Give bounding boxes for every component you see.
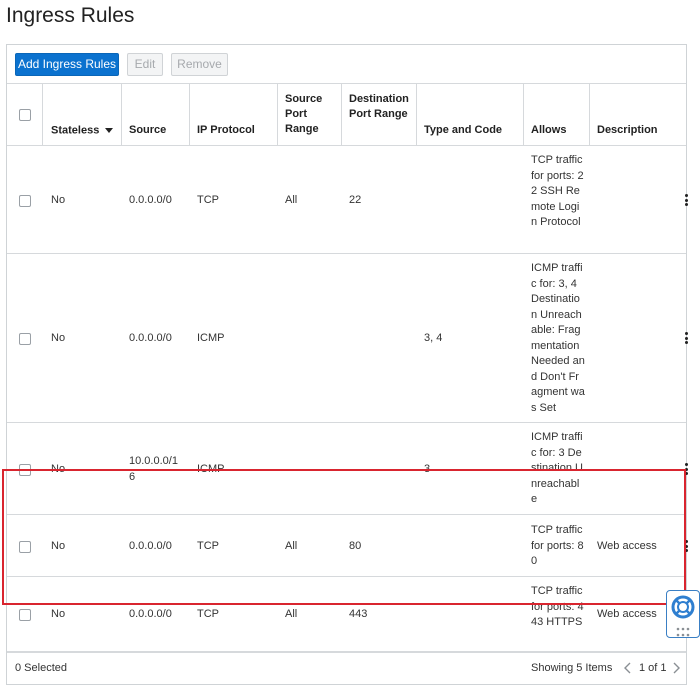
cell-dest-port: 80 xyxy=(349,540,362,552)
ingress-rules-panel: Add Ingress Rules Edit Remove Stateless … xyxy=(6,44,689,685)
edit-button[interactable]: Edit xyxy=(127,53,163,76)
row-checkbox[interactable] xyxy=(19,609,31,621)
chevron-right-icon[interactable] xyxy=(672,662,680,677)
cell-source: 0.0.0.0/0 xyxy=(129,194,172,206)
cell-dest-port: 22 xyxy=(349,194,362,206)
row-checkbox[interactable] xyxy=(19,195,31,207)
table-row: No 0.0.0.0/0 ICMP 3, 4 ICMP traffic for:… xyxy=(7,254,689,423)
cell-allows: ICMP traffic for: 3 Destination Unreacha… xyxy=(531,431,583,505)
cell-stateless: No xyxy=(51,194,66,206)
more-actions-icon[interactable] xyxy=(685,332,689,346)
showing-items: Showing 5 Items xyxy=(531,662,613,674)
more-actions-icon[interactable] xyxy=(685,463,689,477)
page-indicator: 1 of 1 xyxy=(639,662,667,674)
cell-stateless: No xyxy=(51,463,66,475)
cell-description: Web access xyxy=(597,540,657,552)
selected-count: 0 Selected xyxy=(15,662,67,674)
cell-stateless: No xyxy=(51,332,66,344)
column-header-source-port-range: Source Port Range xyxy=(285,93,323,135)
column-header-destination-port-range: Destination Port Range xyxy=(349,93,409,120)
column-header-source: Source xyxy=(129,124,167,136)
cell-dest-port: 443 xyxy=(349,608,368,620)
cell-allows: TCP traffic for ports: 443 HTTPS xyxy=(531,585,584,628)
cell-source: 0.0.0.0/0 xyxy=(129,540,172,552)
column-header-type-and-code: Type and Code xyxy=(424,124,503,136)
header-stateless-label: Stateless xyxy=(51,124,100,137)
table-row: No 0.0.0.0/0 TCP All 80 TCP traffic for … xyxy=(7,515,689,577)
cell-type-code: 3 xyxy=(424,463,431,475)
add-ingress-rules-button[interactable]: Add Ingress Rules xyxy=(15,53,119,76)
column-header-description: Description xyxy=(597,124,658,136)
cell-stateless: No xyxy=(51,608,66,620)
cell-allows: TCP traffic for ports: 22 SSH Remote Log… xyxy=(531,154,584,228)
cell-source: 10.0.0.0/16 xyxy=(129,455,178,483)
cell-description: Web access xyxy=(597,608,657,620)
chevron-left-icon[interactable] xyxy=(624,662,632,677)
cell-source-port: All xyxy=(285,540,298,552)
cell-source-port: All xyxy=(285,194,298,206)
column-header-stateless[interactable]: Stateless xyxy=(51,123,114,138)
cell-type-code: 3, 4 xyxy=(424,332,443,344)
help-widget[interactable] xyxy=(666,590,700,638)
cell-protocol: ICMP xyxy=(197,463,225,475)
table-header-row: Stateless Source IP Protocol Source Port… xyxy=(7,84,686,146)
page-title: Ingress Rules xyxy=(6,4,135,27)
remove-button[interactable]: Remove xyxy=(171,53,228,76)
cell-allows: TCP traffic for ports: 80 xyxy=(531,524,584,567)
table-row: No 0.0.0.0/0 TCP All 22 TCP traffic for … xyxy=(7,146,689,254)
select-all-checkbox[interactable] xyxy=(19,109,31,121)
column-header-ip-protocol: IP Protocol xyxy=(197,124,255,136)
cell-allows: ICMP traffic for: 3, 4 Destination Unrea… xyxy=(531,262,585,414)
cell-protocol: TCP xyxy=(197,608,219,620)
cell-protocol: TCP xyxy=(197,540,219,552)
more-actions-icon[interactable] xyxy=(685,194,689,208)
cell-source-port: All xyxy=(285,608,298,620)
cell-source: 0.0.0.0/0 xyxy=(129,608,172,620)
more-actions-icon[interactable] xyxy=(685,540,689,554)
column-header-allows: Allows xyxy=(531,124,567,136)
toolbar: Add Ingress Rules Edit Remove xyxy=(7,45,686,84)
cell-stateless: No xyxy=(51,540,66,552)
table-row: No 10.0.0.0/16 ICMP 3 ICMP traffic for: … xyxy=(7,423,689,515)
cell-protocol: TCP xyxy=(197,194,219,206)
row-checkbox[interactable] xyxy=(19,541,31,553)
table-footer: 0 Selected Showing 5 Items 1 of 1 xyxy=(7,651,686,684)
caret-down-icon xyxy=(105,123,114,138)
grip-icon xyxy=(676,624,690,642)
cell-protocol: ICMP xyxy=(197,332,225,344)
row-checkbox[interactable] xyxy=(19,333,31,345)
cell-source: 0.0.0.0/0 xyxy=(129,332,172,344)
help-lifebuoy-icon xyxy=(671,595,695,624)
table-row: No 0.0.0.0/0 TCP All 443 TCP traffic for… xyxy=(7,577,686,653)
row-checkbox[interactable] xyxy=(19,464,31,476)
